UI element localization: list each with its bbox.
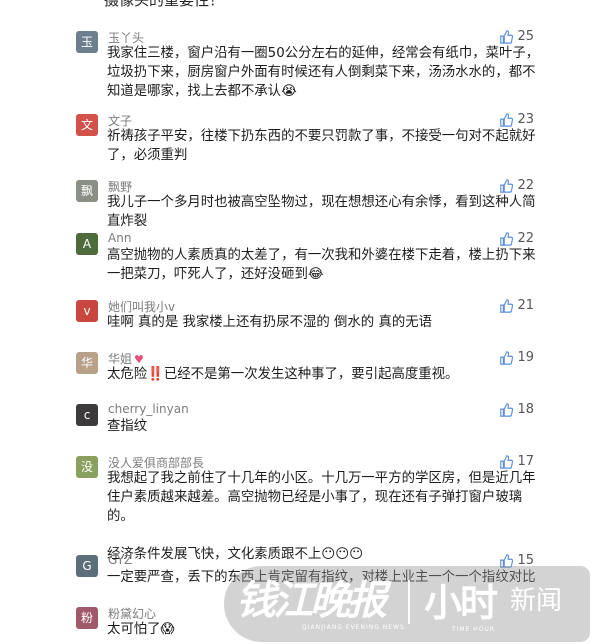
like-button[interactable]: 19	[499, 350, 534, 365]
avatar[interactable]: 华	[76, 352, 98, 374]
avatar[interactable]: v	[76, 300, 98, 322]
comment-text: 高空抛物的人素质真的太差了，有一次我和外婆在楼下走着，楼上扔下来一把菜刀，吓死人…	[107, 248, 536, 282]
comment-text: 祈祷孩子平安，往楼下扔东西的不要只罚款了事，不接受一句对不起就好了，必须重判	[107, 129, 536, 163]
like-button[interactable]: 25	[499, 29, 534, 44]
avatar[interactable]: 玉	[76, 31, 98, 53]
like-count: 17	[517, 454, 534, 469]
thumbs-up-icon	[500, 454, 514, 469]
comment-username[interactable]: GYZ	[108, 553, 132, 567]
thumbs-up-icon	[500, 112, 514, 127]
watermark-news-label: 新闻	[510, 586, 563, 616]
avatar[interactable]: 粉	[76, 607, 98, 629]
avatar[interactable]: 文	[76, 114, 98, 136]
thumbs-up-icon	[500, 29, 514, 44]
comment-text: 我儿子一个多月时也被高空坠物过，现在想想还心有余悸，看到这种人简直炸裂	[107, 195, 536, 229]
comment-username[interactable]: cherry_linyan	[108, 402, 189, 416]
comment-text: 我想起了我之前住了十几年的小区。十几万一平方的学区房，但是近几年住户素质越来越差…	[107, 471, 536, 562]
like-button[interactable]: 17	[499, 454, 534, 469]
avatar[interactable]: G	[76, 555, 98, 577]
like-count: 19	[517, 350, 534, 365]
avatar[interactable]: 没	[76, 456, 98, 478]
thumbs-up-icon	[500, 231, 514, 246]
like-button[interactable]: 22	[499, 178, 534, 193]
comment-text: 太危险‼️已经不是第一次发生这种事了，要引起高度重视。	[107, 367, 459, 382]
like-button[interactable]: 22	[499, 231, 534, 246]
like-count: 23	[517, 112, 534, 127]
like-button[interactable]: 18	[499, 402, 534, 417]
watermark-divider	[408, 580, 410, 624]
avatar[interactable]: c	[76, 404, 98, 426]
comment-text: 我家住三楼，窗户沿有一圈50公分左右的延伸，经常会有纸巾，菜叶子，垃圾扔下来，厨…	[107, 46, 540, 99]
like-button[interactable]: 21	[499, 298, 534, 313]
avatar[interactable]: 飘	[76, 180, 98, 202]
avatar[interactable]: A	[76, 233, 98, 255]
like-count: 21	[517, 298, 534, 313]
watermark-hours-subtitle: TIME HOUR	[452, 626, 496, 633]
previous-comment-tail: 摄像头的重要性！	[104, 0, 225, 9]
thumbs-up-icon	[500, 402, 514, 417]
like-count: 18	[517, 402, 534, 417]
thumbs-up-icon	[500, 350, 514, 365]
thumbs-up-icon	[500, 298, 514, 313]
watermark-brand-subtitle: QIANJIANG EVENING NEWS	[302, 624, 405, 631]
comment-text: 查指纹	[107, 419, 148, 434]
thumbs-up-icon	[500, 178, 514, 193]
like-count: 22	[517, 178, 534, 193]
watermark-hours-logo: 小时	[424, 581, 498, 625]
like-count: 22	[517, 231, 534, 246]
like-count: 25	[517, 29, 534, 44]
watermark-brand-logo: 钱江晚报	[236, 577, 387, 624]
comment-text: 哇啊 真的是 我家楼上还有扔尿不湿的 倒水的 真的无语	[107, 315, 433, 330]
like-button[interactable]: 23	[499, 112, 534, 127]
comment-username[interactable]: Ann	[108, 231, 131, 245]
